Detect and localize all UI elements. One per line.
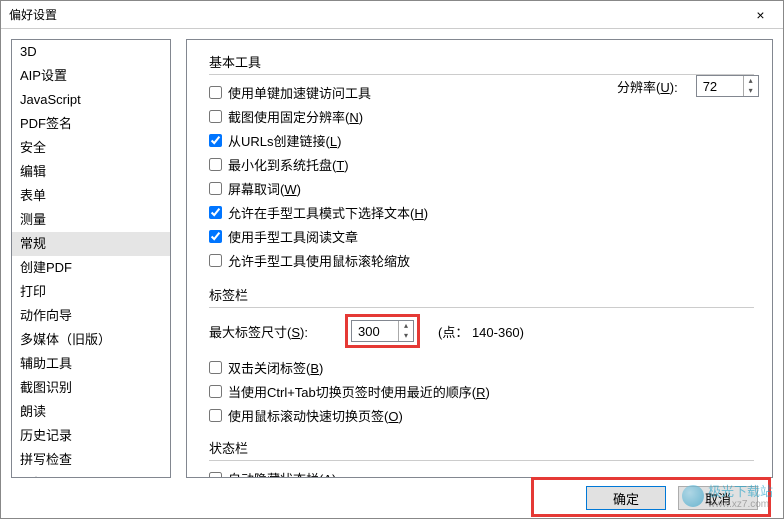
option-row: 最小化到系统托盘(T) [209,153,754,175]
option-row: 双击关闭标签(B) [209,356,754,378]
option-checkbox[interactable] [209,110,222,123]
footer: 确定 取消 [1,478,783,518]
option-checkbox[interactable] [209,182,222,195]
resolution-spinbox[interactable]: ▴ ▾ [696,75,759,97]
option-checkbox[interactable] [209,206,222,219]
option-label: 当使用Ctrl+Tab切换页签时使用最近的顺序(R) [228,382,490,401]
option-label: 允许在手型工具模式下选择文本(H) [228,203,428,222]
sidebar-item-辅助工具[interactable]: 辅助工具 [12,352,170,376]
sidebar-item-PDF签名[interactable]: PDF签名 [12,112,170,136]
option-label: 使用手型工具阅读文章 [228,227,358,246]
divider [209,307,754,308]
option-checkbox[interactable] [209,230,222,243]
sidebar-item-常规[interactable]: 常规 [12,232,170,256]
max-tab-size-hint: (点： 140-360) [438,322,524,341]
window-title: 偏好设置 [9,6,738,23]
section-basic-tools-title: 基本工具 [209,52,754,71]
option-row: 使用手型工具阅读文章 [209,225,754,247]
sidebar-item-拼写检查[interactable]: 拼写检查 [12,448,170,472]
max-tab-size-spinbox[interactable]: ▴ ▾ [351,320,414,342]
basic-tools-group: 使用单键加速键访问工具截图使用固定分辨率(N) 从URLs创建链接(L) 最小化到系… [209,81,754,271]
max-tab-size-label: 最大标签尺寸(S): [209,322,327,341]
spin-down-icon[interactable]: ▾ [399,331,413,341]
tab-bar-group: 双击关闭标签(B) 当使用Ctrl+Tab切换页签时使用最近的顺序(R) 使用鼠标滚… [209,356,754,426]
titlebar: 偏好设置 × [1,1,783,29]
option-label: 使用单键加速键访问工具 [228,83,371,102]
sidebar-item-多媒体（旧版）[interactable]: 多媒体（旧版） [12,328,170,352]
sidebar-item-安全[interactable]: 安全 [12,136,170,160]
window-body: 3DAIP设置JavaScriptPDF签名安全编辑表单测量常规创建PDF打印动… [1,29,783,518]
option-row: 截图使用固定分辨率(N) [209,105,754,127]
divider [209,460,754,461]
max-tab-size-row: 最大标签尺寸(S): ▴ ▾ (点： 140-360) [209,314,754,348]
spin-up-icon[interactable]: ▴ [744,76,758,86]
sidebar-item-表单[interactable]: 表单 [12,184,170,208]
sidebar-item-AIP设置[interactable]: AIP设置 [12,64,170,88]
option-row: 屏幕取词(W) [209,177,754,199]
option-row: 从URLs创建链接(L) [209,129,754,151]
sidebar-item-打印[interactable]: 打印 [12,280,170,304]
option-row: 使用鼠标滚动快速切换页签(O) [209,404,754,426]
category-sidebar[interactable]: 3DAIP设置JavaScriptPDF签名安全编辑表单测量常规创建PDF打印动… [11,39,171,478]
close-button[interactable]: × [738,1,783,29]
option-label: 截图使用固定分辨率(N) [228,107,363,126]
sidebar-item-历史记录[interactable]: 历史记录 [12,424,170,448]
option-label: 自动隐藏状态栏(A) [228,469,336,479]
sidebar-item-创建PDF[interactable]: 创建PDF [12,256,170,280]
option-checkbox[interactable] [209,134,222,147]
sidebar-item-测量[interactable]: 测量 [12,208,170,232]
resolution-label: 分辨率(U): [617,77,678,96]
section-tab-bar-title: 标签栏 [209,285,754,304]
preferences-window: 偏好设置 × 3DAIP设置JavaScriptPDF签名安全编辑表单测量常规创… [0,0,784,519]
option-label: 允许手型工具使用鼠标滚轮缩放 [228,251,410,270]
ok-button[interactable]: 确定 [586,486,666,510]
section-status-bar-title: 状态栏 [209,438,754,457]
sidebar-item-朗读[interactable]: 朗读 [12,400,170,424]
option-label: 从URLs创建链接(L) [228,131,341,150]
sidebar-item-编辑[interactable]: 编辑 [12,160,170,184]
sidebar-item-动作向导[interactable]: 动作向导 [12,304,170,328]
content-panel: 基本工具 使用单键加速键访问工具截图使用固定分辨率(N) 从URLs创建链接(L)… [186,39,773,478]
spin-down-icon[interactable]: ▾ [744,86,758,96]
option-checkbox[interactable] [209,254,222,267]
resolution-row: 分辨率(U): ▴ ▾ [617,75,759,97]
sidebar-item-JavaScript[interactable]: JavaScript [12,88,170,112]
option-label: 使用鼠标滚动快速切换页签(O) [228,406,403,425]
option-checkbox[interactable] [209,385,222,398]
option-row: 当使用Ctrl+Tab切换页签时使用最近的顺序(R) [209,380,754,402]
option-checkbox[interactable] [209,158,222,171]
highlight-box: 确定 取消 [531,477,771,517]
sidebar-item-截图识别[interactable]: 截图识别 [12,376,170,400]
option-label: 双击关闭标签(B) [228,358,323,377]
resolution-input[interactable] [697,76,743,96]
highlight-box: ▴ ▾ [345,314,420,348]
option-checkbox[interactable] [209,361,222,374]
spin-up-icon[interactable]: ▴ [399,321,413,331]
option-checkbox[interactable] [209,86,222,99]
option-row: 允许在手型工具模式下选择文本(H) [209,201,754,223]
option-checkbox[interactable] [209,409,222,422]
option-row: 允许手型工具使用鼠标滚轮缩放 [209,249,754,271]
option-label: 最小化到系统托盘(T) [228,155,349,174]
cancel-button[interactable]: 取消 [678,486,758,510]
max-tab-size-input[interactable] [352,321,398,341]
sidebar-item-3D[interactable]: 3D [12,40,170,64]
option-label: 屏幕取词(W) [228,179,301,198]
